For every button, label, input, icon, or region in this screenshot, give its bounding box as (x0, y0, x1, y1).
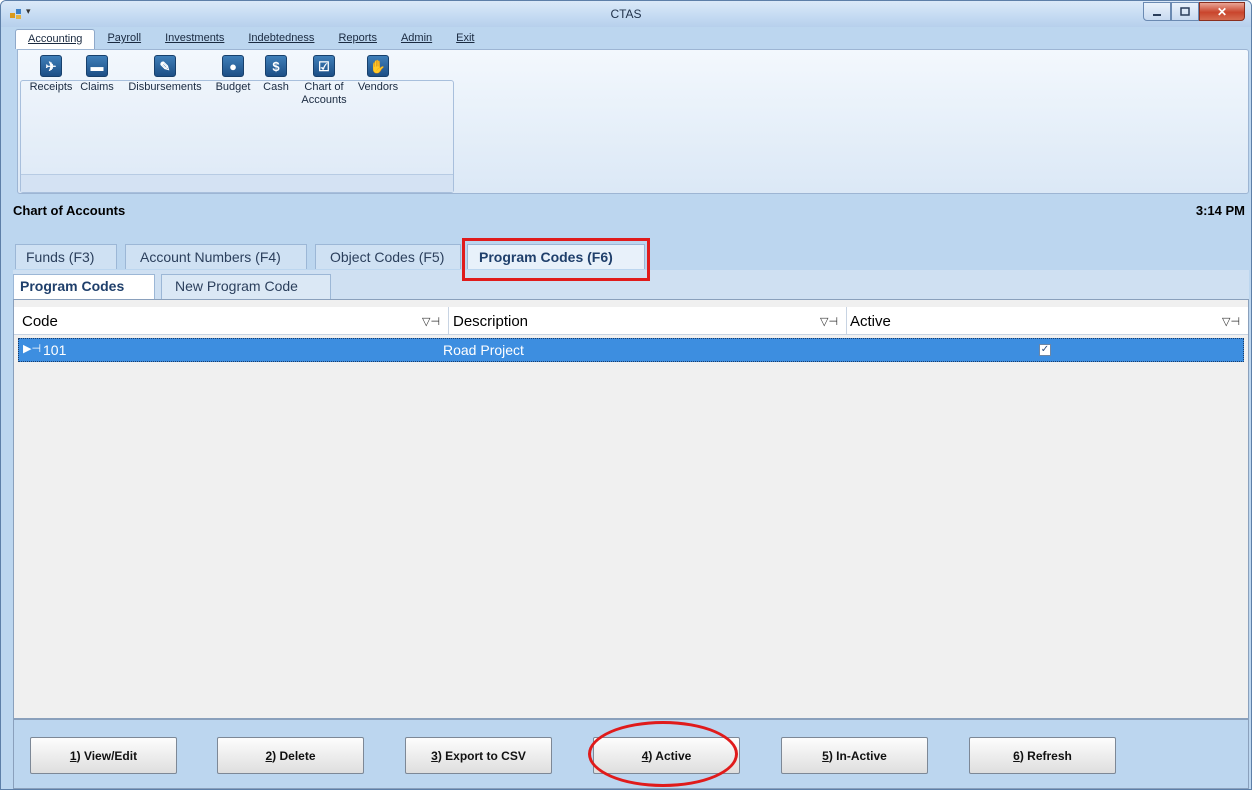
active-checkbox[interactable]: ✓ (1039, 344, 1051, 356)
subtab-new-program-code[interactable]: New Program Code (161, 274, 331, 299)
chart-of-accounts-button[interactable]: ☑ Chart of Accounts (295, 55, 353, 107)
handshake-icon: ✋ (367, 55, 389, 77)
cash-label: Cash (263, 81, 289, 93)
refresh-label: ) Refresh (1019, 749, 1072, 763)
tab-object-codes-label: Object Codes (F5) (330, 249, 445, 265)
column-divider[interactable] (448, 307, 449, 335)
cash-button[interactable]: $ Cash (256, 55, 296, 94)
menu-accounting[interactable]: Accounting (15, 29, 96, 49)
menu-reports-label: Reports (338, 32, 377, 44)
window-title: CTAS (610, 7, 642, 21)
menu-investments-label: Investments (165, 32, 225, 44)
page-title: Chart of Accounts (13, 203, 126, 218)
title-bar: ▾ CTAS ✕ (1, 1, 1251, 27)
row-selector-icon: ▶⊣ (23, 343, 42, 355)
cash-icon: $ (265, 55, 287, 77)
highlight-rectangle (462, 238, 650, 281)
tab-account-numbers[interactable]: Account Numbers (F4) (125, 244, 307, 269)
menu-indebtedness-label: Indebtedness (248, 32, 315, 44)
filter-pin-icon[interactable]: ▽⊣ (820, 315, 838, 328)
highlight-oval (588, 721, 738, 787)
chart-of-accounts-label-line2: Accounts (301, 94, 347, 106)
column-divider[interactable] (846, 307, 847, 335)
subtab-new-program-code-label: New Program Code (175, 278, 298, 294)
view-edit-label: ) View/Edit (76, 749, 138, 763)
menu-reports[interactable]: Reports (326, 29, 389, 49)
maximize-button[interactable] (1171, 2, 1199, 21)
menu-payroll[interactable]: Payroll (95, 29, 153, 49)
claims-label: Claims (80, 81, 114, 93)
menu-payroll-label: Payroll (107, 32, 142, 44)
export-csv-button[interactable]: 3) Export to CSV (405, 737, 552, 774)
inactive-button[interactable]: 5) In-Active (781, 737, 928, 774)
column-header-description[interactable]: Description (453, 313, 528, 330)
tab-object-codes[interactable]: Object Codes (F5) (315, 244, 461, 269)
subtab-program-codes-label: Program Codes (20, 278, 125, 294)
maximize-icon (1180, 7, 1190, 16)
accounting-ribbon-group: ✈ Receipts ▬ Claims ✎ Disbursements ● Bu… (20, 55, 454, 193)
ribbon-group-footer (21, 174, 453, 192)
tab-account-numbers-label: Account Numbers (F4) (140, 249, 281, 265)
close-icon: ✕ (1216, 4, 1228, 19)
subtab-program-codes[interactable]: Program Codes (13, 274, 155, 299)
delete-button[interactable]: 2) Delete (217, 737, 364, 774)
tab-funds[interactable]: Funds (F3) (15, 244, 117, 269)
menu-admin[interactable]: Admin (389, 29, 444, 49)
disbursements-label: Disbursements (128, 81, 202, 93)
export-csv-label: ) Export to CSV (437, 749, 526, 763)
menu-accounting-label: Accounting (28, 33, 83, 45)
menu-exit[interactable]: Exit (444, 29, 486, 49)
filter-pin-icon[interactable]: ▽⊣ (1222, 315, 1240, 328)
menu-investments[interactable]: Investments (153, 29, 236, 49)
clock: 3:14 PM (1195, 203, 1245, 218)
piggy-bank-icon: ● (222, 55, 244, 77)
column-header-active[interactable]: Active (850, 313, 891, 330)
receipts-icon: ✈ (40, 55, 62, 77)
menu-admin-label: Admin (400, 32, 433, 44)
menu-indebtedness[interactable]: Indebtedness (236, 29, 326, 49)
close-button[interactable]: ✕ (1199, 2, 1245, 21)
disbursements-button[interactable]: ✎ Disbursements (117, 55, 213, 94)
section-bar: Chart of Accounts 3:14 PM (1, 195, 1251, 235)
claims-icon: ▬ (86, 55, 108, 77)
filter-pin-icon[interactable]: ▽⊣ (422, 315, 440, 328)
export-csv-key: 3 (431, 749, 438, 763)
view-edit-key: 1 (69, 749, 77, 763)
inactive-key: 5 (822, 749, 829, 763)
claims-button[interactable]: ▬ Claims (76, 55, 118, 94)
inactive-label: ) In-Active (828, 749, 887, 763)
receipts-button[interactable]: ✈ Receipts (25, 55, 77, 94)
tab-funds-label: Funds (F3) (26, 249, 95, 265)
chart-of-accounts-label-line1: Chart of (304, 81, 344, 93)
vendors-button[interactable]: ✋ Vendors (353, 55, 403, 94)
budget-button[interactable]: ● Budget (210, 55, 256, 94)
refresh-key: 6 (1013, 749, 1020, 763)
refresh-button[interactable]: 6) Refresh (969, 737, 1116, 774)
view-edit-button[interactable]: 1) View/Edit (30, 737, 177, 774)
chart-of-accounts-icon: ☑ (313, 55, 335, 77)
delete-label: ) Delete (272, 749, 316, 763)
table-row[interactable]: ▶⊣ 101 Road Project ✓ (18, 338, 1244, 362)
cell-description[interactable]: Road Project (443, 342, 524, 358)
cell-code[interactable]: 101 (43, 342, 66, 358)
disbursements-icon: ✎ (154, 55, 176, 77)
minimize-icon (1153, 13, 1161, 16)
budget-label: Budget (215, 81, 251, 93)
program-codes-grid: Code ▽⊣ Description ▽⊣ Active ▽⊣ ▶⊣ 101 … (13, 299, 1249, 719)
minimize-button[interactable] (1143, 2, 1171, 21)
vendors-label: Vendors (357, 81, 399, 93)
column-header-code[interactable]: Code (22, 313, 58, 330)
menu-bar: Accounting Payroll Investments Indebtedn… (15, 29, 487, 49)
menu-exit-label: Exit (456, 32, 475, 44)
receipts-label: Receipts (29, 81, 73, 93)
app-window: ▾ CTAS ✕ Accounting Payroll Investments … (0, 0, 1252, 790)
ribbon: ✈ Receipts ▬ Claims ✎ Disbursements ● Bu… (17, 49, 1249, 194)
grid-header: Code ▽⊣ Description ▽⊣ Active ▽⊣ (14, 307, 1248, 335)
